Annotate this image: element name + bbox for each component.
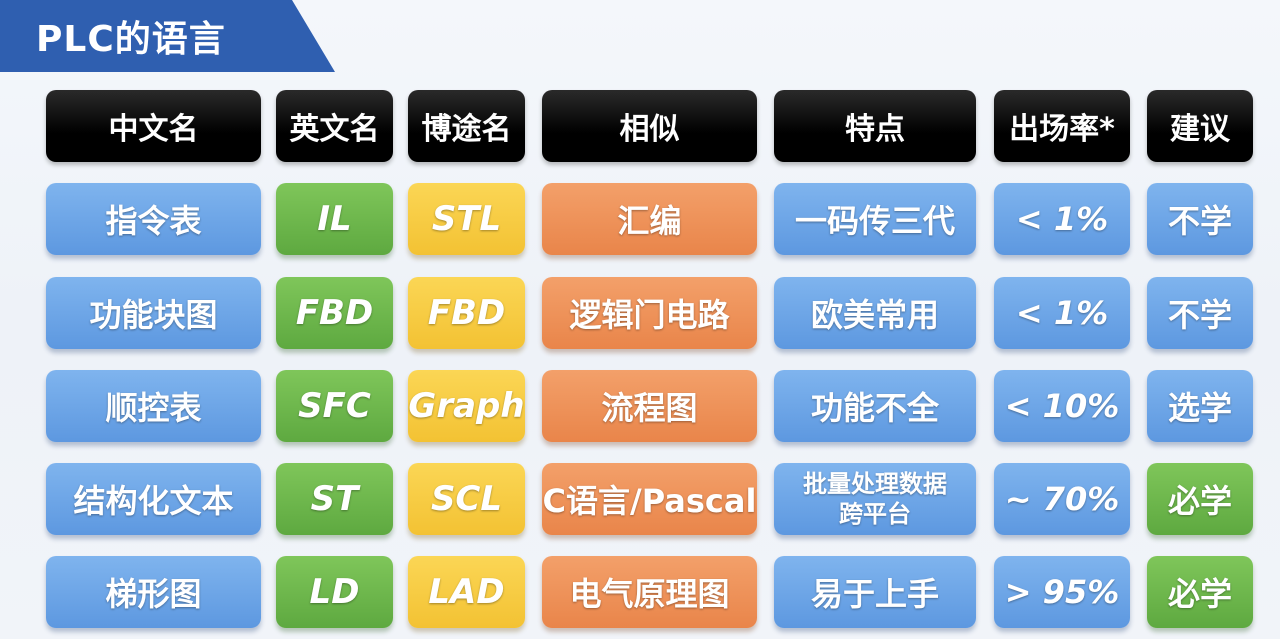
header-similar: 相似	[542, 90, 757, 162]
en-name-cell: ST	[276, 463, 393, 535]
feature-cell: 批量处理数据 跨平台	[774, 463, 976, 535]
similar-cell: 汇编	[542, 183, 757, 255]
cn-name-cell: 功能块图	[46, 277, 261, 349]
header-feature: 特点	[774, 90, 976, 162]
header-tia-name: 博途名	[408, 90, 525, 162]
feature-cell: 易于上手	[774, 556, 976, 628]
similar-cell: C语言/Pascal	[542, 463, 757, 535]
cn-name-cell: 结构化文本	[46, 463, 261, 535]
header-rate: 出场率*	[994, 90, 1130, 162]
tia-name-cell: Graph	[408, 370, 525, 442]
similar-cell: 逻辑门电路	[542, 277, 757, 349]
feature-cell: 欧美常用	[774, 277, 976, 349]
similar-cell: 电气原理图	[542, 556, 757, 628]
tia-name-cell: FBD	[408, 277, 525, 349]
rate-cell: < 1%	[994, 277, 1130, 349]
rate-cell: < 10%	[994, 370, 1130, 442]
advice-cell: 不学	[1147, 183, 1253, 255]
feature-cell: 一码传三代	[774, 183, 976, 255]
advice-cell: 选学	[1147, 370, 1253, 442]
page-title: PLC的语言	[36, 19, 226, 60]
feature-cell: 功能不全	[774, 370, 976, 442]
advice-cell: 不学	[1147, 277, 1253, 349]
rate-cell: < 1%	[994, 183, 1130, 255]
cn-name-cell: 梯形图	[46, 556, 261, 628]
rate-cell: ~ 70%	[994, 463, 1130, 535]
header-advice: 建议	[1147, 90, 1253, 162]
header-en-name: 英文名	[276, 90, 393, 162]
similar-cell: 流程图	[542, 370, 757, 442]
tia-name-cell: SCL	[408, 463, 525, 535]
tia-name-cell: LAD	[408, 556, 525, 628]
rate-cell: > 95%	[994, 556, 1130, 628]
cn-name-cell: 指令表	[46, 183, 261, 255]
advice-cell: 必学	[1147, 556, 1253, 628]
en-name-cell: FBD	[276, 277, 393, 349]
en-name-cell: SFC	[276, 370, 393, 442]
cn-name-cell: 顺控表	[46, 370, 261, 442]
advice-cell: 必学	[1147, 463, 1253, 535]
tia-name-cell: STL	[408, 183, 525, 255]
en-name-cell: LD	[276, 556, 393, 628]
en-name-cell: IL	[276, 183, 393, 255]
header-cn-name: 中文名	[46, 90, 261, 162]
